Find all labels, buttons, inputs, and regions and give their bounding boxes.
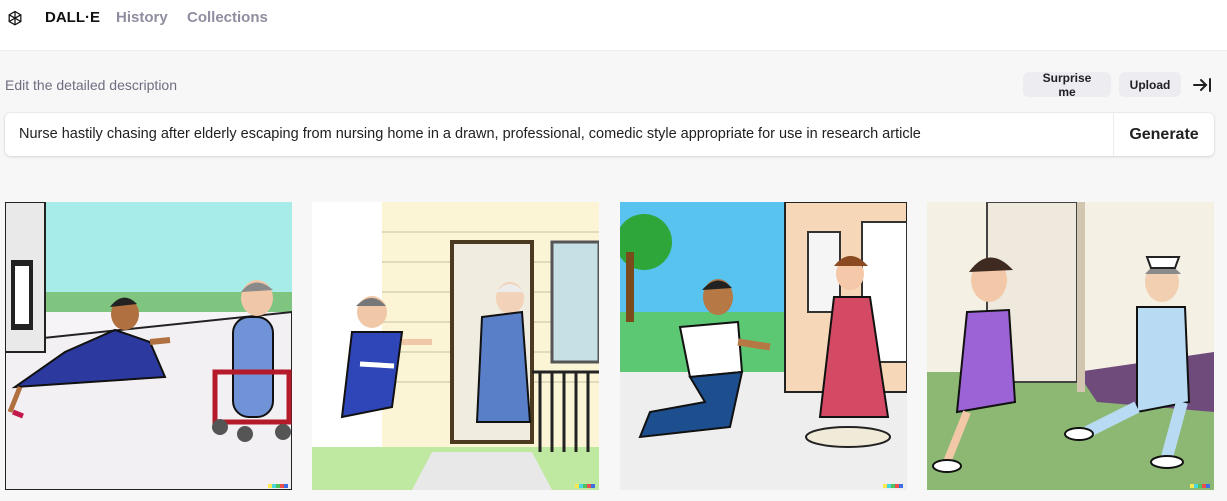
watermark-icon xyxy=(1190,484,1210,488)
prompt-label: Edit the detailed description xyxy=(5,77,177,93)
watermark-icon xyxy=(268,484,288,488)
image-illustration-1 xyxy=(5,202,292,490)
collapse-right-icon[interactable] xyxy=(1191,75,1213,95)
generate-button[interactable]: Generate xyxy=(1113,113,1214,156)
upload-button[interactable]: Upload xyxy=(1119,72,1181,97)
generated-image-3[interactable] xyxy=(620,202,907,490)
openai-logo-icon[interactable] xyxy=(5,9,25,29)
image-illustration-2 xyxy=(312,202,599,490)
generated-image-4[interactable] xyxy=(927,202,1214,490)
image-illustration-4 xyxy=(927,202,1214,490)
image-illustration-3 xyxy=(620,202,907,490)
nav-history[interactable]: History xyxy=(116,9,168,26)
top-bar: DALL·E History Collections xyxy=(0,0,1227,51)
watermark-icon xyxy=(883,484,903,488)
generated-image-1[interactable] xyxy=(5,202,292,490)
watermark-icon xyxy=(575,484,595,488)
nav-collections[interactable]: Collections xyxy=(187,9,268,26)
surprise-me-button[interactable]: Surprise me xyxy=(1023,71,1111,99)
brand-title[interactable]: DALL·E xyxy=(45,9,100,26)
prompt-bar: Nurse hastily chasing after elderly esca… xyxy=(5,113,1214,156)
prompt-input[interactable]: Nurse hastily chasing after elderly esca… xyxy=(19,113,1099,156)
generated-image-2[interactable] xyxy=(312,202,599,490)
